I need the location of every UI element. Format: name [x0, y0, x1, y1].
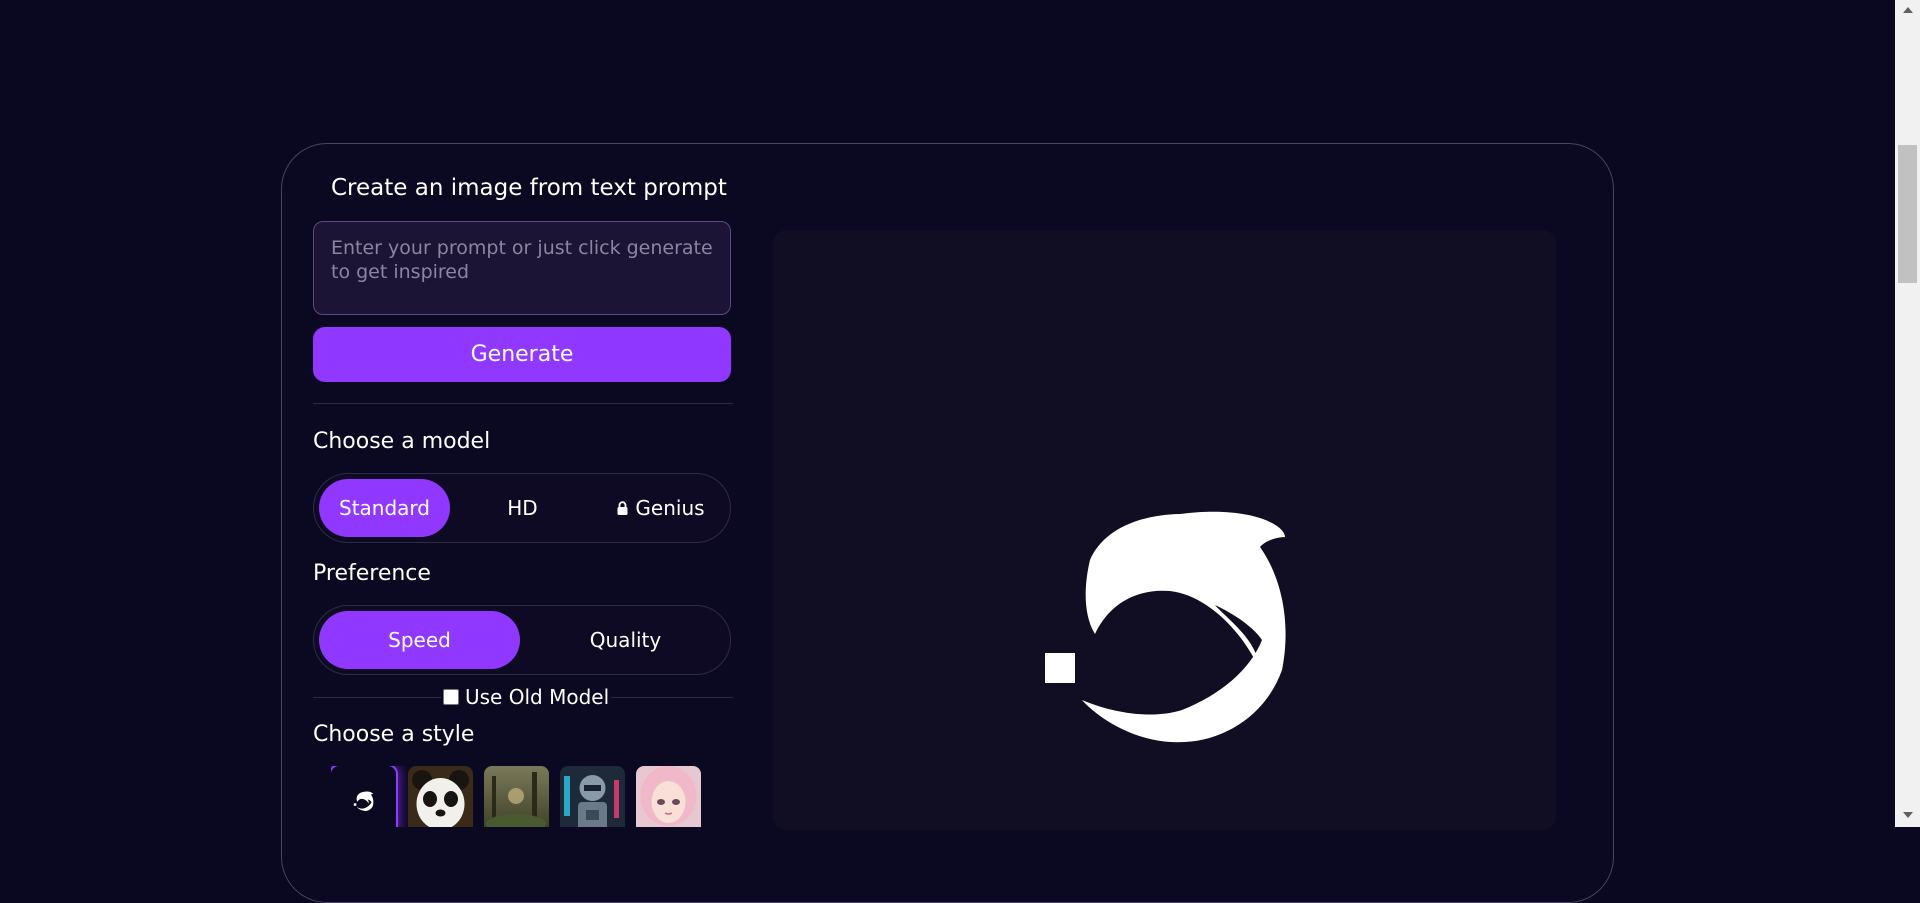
anime-girl-thumbnail — [636, 766, 701, 827]
use-old-model-checkbox[interactable] — [443, 689, 459, 705]
robot-thumbnail — [560, 766, 625, 827]
preference-option-quality[interactable]: Quality — [525, 611, 726, 669]
preference-option-label: Speed — [388, 628, 451, 652]
vertical-scrollbar[interactable] — [1895, 0, 1920, 827]
form-title: Create an image from text prompt — [331, 175, 727, 201]
style-thumb-robot[interactable] — [560, 766, 625, 827]
panda-thumbnail — [408, 766, 473, 827]
dolphin-logo-icon — [353, 791, 374, 811]
preference-selector: Speed Quality — [313, 605, 731, 675]
page: Create an image from text prompt Generat… — [0, 0, 1895, 903]
use-old-model-toggle[interactable]: Use Old Model — [441, 684, 612, 710]
preference-option-speed[interactable]: Speed — [319, 611, 520, 669]
choose-style-label: Choose a style — [313, 722, 475, 747]
style-thumb-landscape[interactable] — [484, 766, 549, 827]
style-thumb-default[interactable] — [331, 766, 396, 827]
choose-model-label: Choose a model — [313, 429, 491, 454]
preference-label: Preference — [313, 561, 431, 586]
divider — [313, 403, 733, 404]
lock-icon — [617, 500, 628, 515]
scroll-down-arrow-icon[interactable] — [1903, 812, 1913, 818]
landscape-thumbnail — [484, 766, 549, 827]
style-thumbnail-row — [331, 766, 711, 827]
generate-button[interactable]: Generate — [313, 327, 731, 382]
use-old-model-label: Use Old Model — [465, 685, 610, 709]
style-thumb-anime-girl[interactable] — [636, 766, 701, 827]
dolphin-logo-icon — [1045, 511, 1286, 743]
model-option-hd[interactable]: HD — [457, 479, 588, 537]
prompt-input[interactable] — [313, 221, 731, 315]
model-option-label: Genius — [635, 496, 705, 520]
image-preview-area — [773, 230, 1556, 830]
preference-option-label: Quality — [589, 628, 662, 652]
scroll-up-arrow-icon[interactable] — [1903, 7, 1913, 13]
model-option-standard[interactable]: Standard — [319, 479, 450, 537]
scrollbar-thumb[interactable] — [1898, 145, 1917, 283]
model-selector: Standard HD Genius — [313, 473, 731, 543]
style-thumb-panda[interactable] — [408, 766, 473, 827]
model-option-label: HD — [507, 496, 538, 520]
model-option-genius[interactable]: Genius — [595, 479, 726, 537]
model-option-label: Standard — [339, 496, 430, 520]
